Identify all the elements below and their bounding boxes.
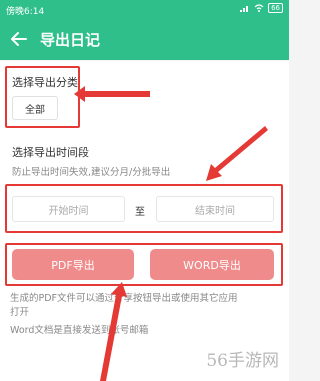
status-icons: 66: [240, 3, 283, 13]
status-bar: 傍晚6:14 66: [0, 0, 289, 20]
time-range-highlight-box: [5, 184, 283, 233]
status-time: 傍晚6:14: [6, 7, 45, 17]
battery-icon: 66: [268, 3, 283, 13]
app-bar: 导出日记: [0, 20, 289, 60]
export-highlight-box: [5, 243, 283, 286]
time-range-hint: 防止导出时间失效,建议分月/分批导出: [12, 167, 171, 178]
word-note: Word文档是直接发送到账号邮箱: [10, 325, 149, 336]
page-title: 导出日记: [40, 31, 101, 49]
watermark: 56手游网: [206, 351, 279, 371]
pdf-note-line1: 生成的PDF文件可以通过分享按钮导出或使用其它应用: [10, 293, 238, 304]
signal-icon: [240, 6, 249, 12]
category-highlight-box: [5, 66, 80, 128]
time-range-label: 选择导出时间段: [12, 146, 89, 159]
pdf-note-line2: 打开: [10, 307, 30, 318]
wifi-icon: [254, 4, 264, 12]
back-arrow-icon[interactable]: [10, 30, 28, 48]
